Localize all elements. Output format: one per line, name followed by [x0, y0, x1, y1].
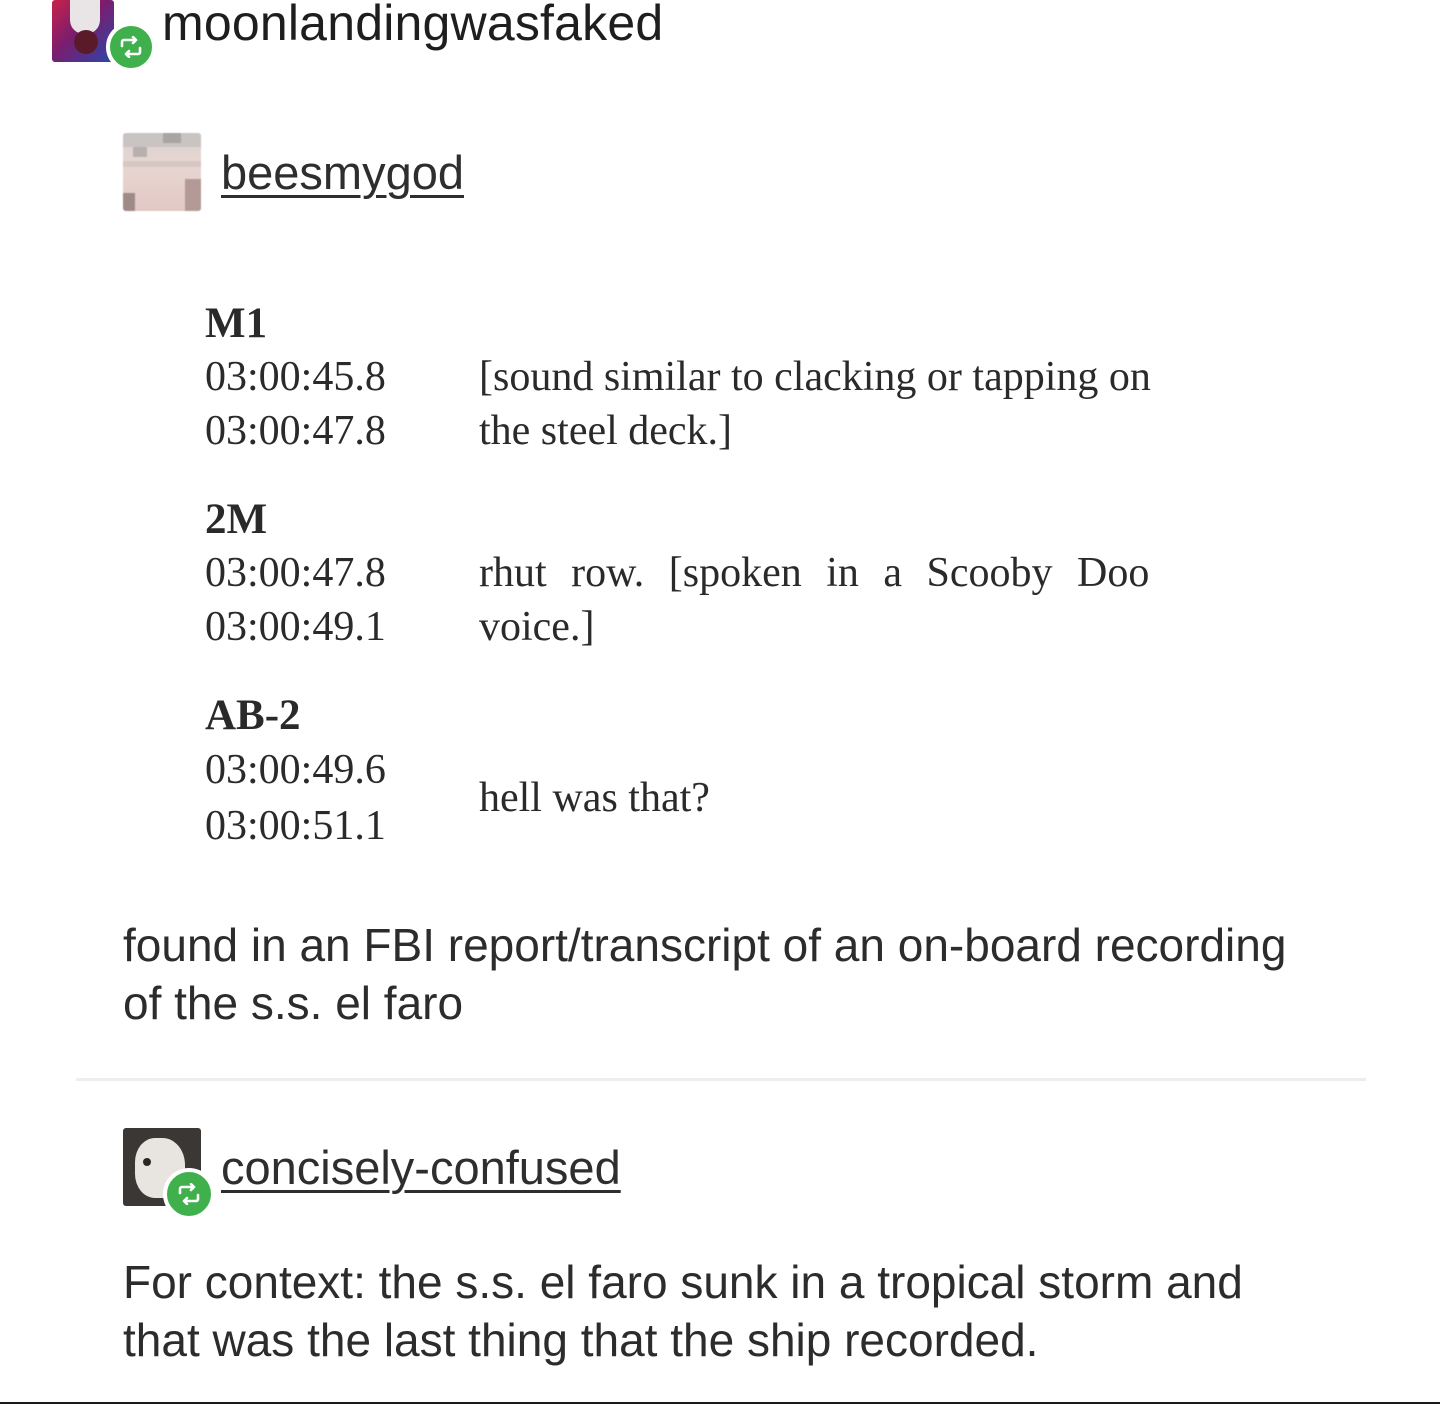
transcript-block: 2M 03:00:47.8 rhut row. [spoken in a Sco…	[205, 494, 1235, 654]
user-avatar[interactable]	[123, 1128, 215, 1220]
reblogger-header: moonlandingwasfaked	[52, 0, 663, 75]
transcript-text: the steel deck.]	[479, 408, 733, 454]
timestamp: 03:00:47.8	[205, 408, 386, 454]
post-comment: found in an FBI report/transcript of an …	[123, 919, 1287, 1029]
trail-header-beesmygod: beesmygod	[123, 133, 464, 211]
trail-username-link[interactable]: beesmygod	[221, 145, 464, 200]
transcript-line: 03:00:47.8 the steel deck.]	[205, 404, 1235, 458]
avatar-image	[52, 0, 114, 62]
transcript-line: 03:00:47.8 rhut row. [spoken in a Scooby…	[205, 546, 1235, 600]
speaker-label: 2M	[205, 496, 268, 543]
transcript-text: rhut row. [spoken in a Scooby Doo	[479, 550, 1150, 596]
speaker-label: M1	[205, 300, 268, 347]
transcript-text: hell was that?	[479, 775, 710, 821]
timestamp-group: 03:00:49.6 03:00:51.1	[205, 742, 479, 854]
transcript-text: voice.]	[479, 604, 595, 650]
speaker-label: AB-2	[205, 692, 301, 739]
reblog-arrows-icon	[178, 1183, 200, 1205]
trail-header-concisely-confused: concisely-confused	[123, 1128, 621, 1220]
transcript-block: AB-2 03:00:49.6 03:00:51.1 hell was that…	[205, 690, 1235, 854]
reblogger-avatar[interactable]	[52, 0, 156, 72]
transcript-line: 03:00:49.1 voice.]	[205, 600, 1235, 654]
transcript-block: M1 03:00:45.8 [sound similar to clacking…	[205, 298, 1235, 458]
timestamp: 03:00:45.8	[205, 354, 386, 400]
post-comment: For context: the s.s. el faro sunk in a …	[123, 1256, 1243, 1366]
transcript-image: M1 03:00:45.8 [sound similar to clacking…	[205, 298, 1235, 854]
timestamp: 03:00:51.1	[205, 803, 386, 849]
timestamp: 03:00:49.6	[205, 747, 386, 793]
transcript-line: 03:00:49.6 03:00:51.1 hell was that?	[205, 742, 1235, 854]
user-avatar[interactable]	[123, 133, 201, 211]
reblogger-username[interactable]: moonlandingwasfaked	[162, 0, 663, 52]
timestamp: 03:00:49.1	[205, 604, 386, 650]
bottom-border	[0, 1402, 1440, 1411]
transcript-line: 03:00:45.8 [sound similar to clacking or…	[205, 350, 1235, 404]
trail-username-link[interactable]: concisely-confused	[221, 1140, 621, 1195]
reblog-arrows-icon	[120, 36, 142, 58]
trail-divider	[76, 1078, 1366, 1081]
transcript-text: [sound similar to clacking or tapping on	[479, 354, 1151, 400]
timestamp: 03:00:47.8	[205, 550, 386, 596]
reblog-icon	[106, 22, 156, 72]
reblog-icon	[163, 1168, 215, 1220]
